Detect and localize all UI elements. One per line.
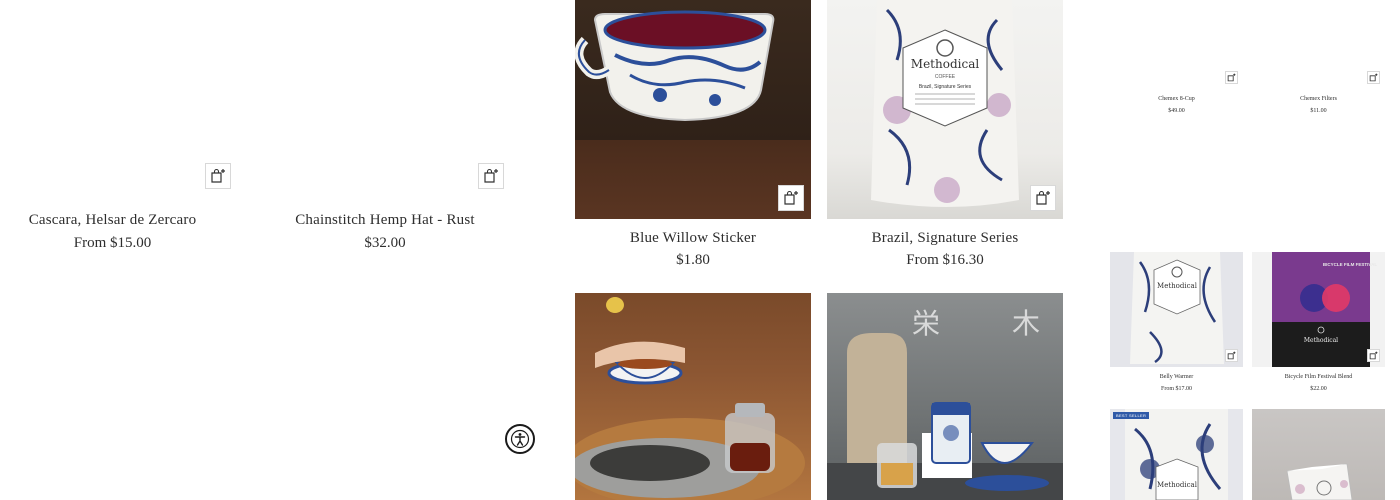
product-title[interactable]: Chemex Filters (1252, 96, 1385, 102)
coffee-bag-illustration: Methodical COFFEE Brazil, Signature Seri… (871, 0, 1019, 207)
product-price: From $16.30 (906, 252, 984, 268)
bag-plus-icon (1036, 190, 1050, 205)
product-price: From $17.00 (1160, 386, 1192, 392)
svg-text:栄: 栄 (912, 307, 940, 340)
product-price: $32.00 (364, 235, 406, 251)
bag-plus-icon (1227, 351, 1236, 360)
teacup-sticker-illustration (575, 10, 775, 122)
product-image-bottom-right[interactable] (1252, 409, 1385, 500)
quick-add-button[interactable] (1367, 349, 1380, 362)
coffee-bag-illustration: Methodical (1125, 409, 1228, 500)
product-title[interactable]: Cascara, Helsar de Zercaro (0, 212, 225, 229)
brand-text: Methodical (1157, 481, 1198, 489)
product-title[interactable]: Chainstitch Hemp Hat - Rust (270, 212, 500, 229)
product-price: $11.00 (1310, 108, 1327, 114)
product-image-bicycle-film-festival-blend[interactable]: BICYCLE FILM FESTIVAL Methodical (1252, 252, 1385, 367)
product-price: $49.00 (1168, 108, 1185, 114)
quick-add-button[interactable] (1030, 185, 1056, 211)
quick-add-button[interactable] (1367, 71, 1380, 84)
bag-plus-icon (484, 168, 498, 183)
coffee-bag-illustration: BICYCLE FILM FESTIVAL Methodical (1272, 252, 1377, 367)
product-image-bottom-left[interactable]: Methodical (1110, 409, 1243, 500)
bag-plus-icon (1227, 73, 1236, 82)
accessibility-icon (510, 429, 530, 449)
product-price: $22.00 (1310, 386, 1327, 392)
best-seller-badge: BEST SELLER (1113, 412, 1150, 419)
tea-tin-illustration: 栄 木 (827, 307, 1063, 500)
product-image-brazil-signature-series[interactable]: Methodical COFFEE Brazil, Signature Seri… (827, 0, 1063, 219)
bag-plus-icon (1369, 73, 1378, 82)
product-price: $1.80 (676, 252, 710, 268)
product-image-blue-willow-sticker[interactable] (575, 0, 811, 219)
quick-add-button[interactable] (1225, 349, 1238, 362)
brand-text: Methodical (1157, 282, 1198, 290)
coffee-bag-illustration: Methodical (1130, 252, 1224, 364)
product-title[interactable]: Belly Warmer (1110, 374, 1243, 380)
quick-add-button[interactable] (205, 163, 231, 189)
quick-add-button[interactable] (1225, 71, 1238, 84)
brand-text: Methodical (1304, 337, 1338, 344)
tea-service-illustration (575, 297, 805, 500)
product-image-tea-tin-set[interactable]: 栄 木 (827, 293, 1063, 500)
product-image-tea-service[interactable] (575, 293, 811, 500)
accessibility-button[interactable] (505, 424, 535, 454)
svg-text:木: 木 (1012, 307, 1040, 340)
bag-label-text: Brazil, Signature Series (919, 84, 972, 90)
quick-add-button[interactable] (778, 185, 804, 211)
brand-sub-text: COFFEE (935, 74, 956, 80)
product-title[interactable]: Bicycle Film Festival Blend (1252, 374, 1385, 380)
bag-label-text: BICYCLE FILM FESTIVAL (1323, 262, 1377, 267)
product-price: From $15.00 (73, 235, 152, 251)
brand-text: Methodical (911, 57, 980, 71)
quick-add-button[interactable] (478, 163, 504, 189)
product-title[interactable]: Chemex 8-Cup (1110, 96, 1243, 102)
product-title[interactable]: Brazil, Signature Series (827, 230, 1063, 247)
bag-plus-icon (1369, 351, 1378, 360)
product-title[interactable]: Blue Willow Sticker (575, 230, 811, 247)
bag-plus-icon (211, 168, 225, 183)
bag-plus-icon (784, 190, 798, 205)
product-box-illustration (1286, 463, 1353, 500)
product-image-belly-warmer[interactable]: Methodical (1110, 252, 1243, 367)
